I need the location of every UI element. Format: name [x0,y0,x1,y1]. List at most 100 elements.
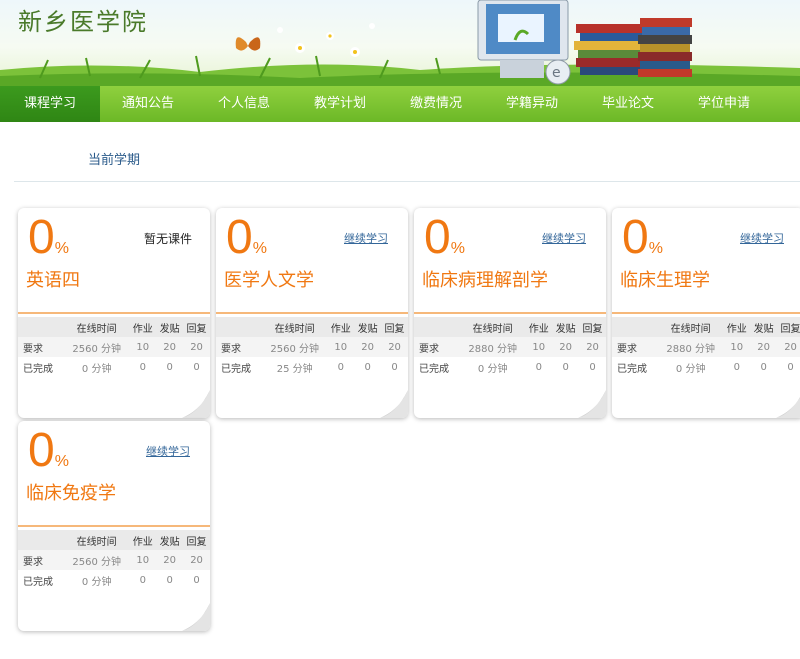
card-divider [18,312,210,314]
table-row: 已完成 25 分钟 0 0 0 [216,357,408,377]
nav-item-degree-application[interactable]: 学位申请 [676,86,772,122]
course-name: 临床生理学 [620,270,710,291]
table-cell: 10 [327,337,355,357]
row-label-required: 要求 [18,337,64,357]
continue-study-link[interactable]: 继续学习 [542,230,586,246]
nav-item-notices[interactable]: 通知公告 [100,86,196,122]
course-stats-table: 在线时间 作业 发贴 回复 要求 2880 分钟 10 20 20 已完成 0 分钟 0 0 0 [414,317,606,377]
table-header-cell: 在线时间 [460,317,526,337]
course-stats-table: 在线时间 作业 发贴 回复 要求 2560 分钟 10 20 20 已完成 25 分钟 0 0 0 [216,317,408,377]
table-header-cell [612,317,658,337]
course-stats-table: 在线时间 作业 发贴 回复 要求 2880 分钟 10 20 20 已完成 0 分钟 0 0 0 [612,317,800,377]
table-cell: 25 分钟 [276,363,313,375]
table-header-cell: 作业 [723,317,751,337]
row-label-completed: 已完成 [23,363,53,375]
continue-study-link[interactable]: 继续学习 [146,443,190,459]
table-row: 要求 2560 分钟 10 20 20 [18,337,210,357]
nav-item-personal-info[interactable]: 个人信息 [196,86,292,122]
nav-item-course-study[interactable]: 课程学习 [0,86,100,122]
nav-item-teaching-plan[interactable]: 教学计划 [292,86,388,122]
table-header-row: 在线时间 作业 发贴 回复 [216,317,408,337]
table-header-cell: 发贴 [552,317,580,337]
table-cell: 20 [183,337,210,357]
table-row: 要求 2880 分钟 10 20 20 [414,337,606,357]
continue-study-link[interactable]: 继续学习 [344,230,388,246]
svg-text:e: e [552,65,561,81]
table-row: 已完成 0 分钟 0 0 0 [414,357,606,377]
course-name: 英语四 [26,270,80,291]
table-header-row: 在线时间 作业 发贴 回复 [18,530,210,550]
nav-item-payment[interactable]: 缴费情况 [388,86,484,122]
section-divider [14,181,800,182]
table-cell: 0 分钟 [477,363,508,375]
row-label-completed: 已完成 [23,576,53,588]
table-header-cell: 在线时间 [658,317,724,337]
course-card: 0% 继续学习 临床免疫学 在线时间 作业 发贴 回复 要求 2560 分钟 10 20 20 已完成 0… [18,421,210,631]
course-name: 临床病理解剖学 [422,270,548,291]
table-header-cell [414,317,460,337]
site-title: 新乡医学院 [18,8,148,36]
table-cell: 0 [166,361,173,373]
main-nav: 课程学习 通知公告 个人信息 教学计划 缴费情况 学籍异动 毕业论文 学位申请 [0,86,800,122]
table-cell: 0 [139,361,146,373]
table-cell: 2560 分钟 [64,550,130,570]
table-header-cell: 发贴 [750,317,778,337]
card-divider [414,312,606,314]
card-divider [612,312,800,314]
course-card: 0% 继续学习 临床病理解剖学 在线时间 作业 发贴 回复 要求 2880 分钟 10 20 20 已完… [414,208,606,418]
table-header-row: 在线时间 作业 发贴 回复 [612,317,800,337]
progress-percent: 0% [424,211,465,264]
page-curl-icon [776,397,800,418]
table-cell: 20 [579,337,606,357]
course-name: 医学人文学 [224,270,314,291]
table-cell: 0 [535,361,542,373]
table-cell: 20 [750,337,778,357]
current-semester-label[interactable]: 当前学期 [88,149,140,168]
header-banner: e 新乡医学院 [0,0,800,86]
nav-item-thesis[interactable]: 毕业论文 [580,86,676,122]
table-cell: 0 [166,574,173,586]
table-row: 要求 2880 分钟 10 20 20 [612,337,800,357]
table-header-cell: 回复 [183,317,210,337]
row-label-required: 要求 [612,337,658,357]
table-cell: 20 [183,550,210,570]
page-curl-icon [380,390,408,418]
table-header-cell: 作业 [129,317,157,337]
page-curl-icon [578,390,606,418]
table-cell: 0 [562,361,569,373]
table-header-cell: 在线时间 [262,317,328,337]
table-header-cell: 回复 [183,530,210,550]
table-header-cell: 发贴 [156,317,184,337]
row-label-required: 要求 [414,337,460,357]
continue-study-link[interactable]: 继续学习 [740,230,784,246]
nav-item-enrollment-change[interactable]: 学籍异动 [484,86,580,122]
table-cell: 20 [354,337,382,357]
table-header-cell: 作业 [525,317,553,337]
table-cell: 0 [787,361,794,373]
table-header-cell: 在线时间 [64,530,130,550]
table-header-row: 在线时间 作业 发贴 回复 [18,317,210,337]
table-cell: 10 [129,337,157,357]
table-header-cell: 发贴 [354,317,382,337]
progress-percent: 0% [226,211,267,264]
butterfly-icon [235,37,261,51]
table-header-row: 在线时间 作业 发贴 回复 [414,317,606,337]
row-label-completed: 已完成 [617,363,647,375]
table-row: 已完成 0 分钟 0 0 0 [18,357,210,377]
table-header-cell [18,317,64,337]
row-label-completed: 已完成 [221,363,251,375]
page-curl-icon [182,390,210,418]
table-header-cell: 发贴 [156,530,184,550]
table-cell: 0 [760,361,767,373]
course-card: 0% 继续学习 临床生理学 在线时间 作业 发贴 回复 要求 2880 分钟 10 20 20 已完成 0… [612,208,800,418]
table-cell: 0 分钟 [81,363,112,375]
card-divider [216,312,408,314]
course-name: 临床免疫学 [26,483,116,504]
table-cell: 20 [156,550,184,570]
table-row: 要求 2560 分钟 10 20 20 [216,337,408,357]
row-label-completed: 已完成 [419,363,449,375]
table-cell: 0 [589,361,596,373]
card-divider [18,525,210,527]
page-curl-icon [182,603,210,631]
table-header-cell [18,530,64,550]
